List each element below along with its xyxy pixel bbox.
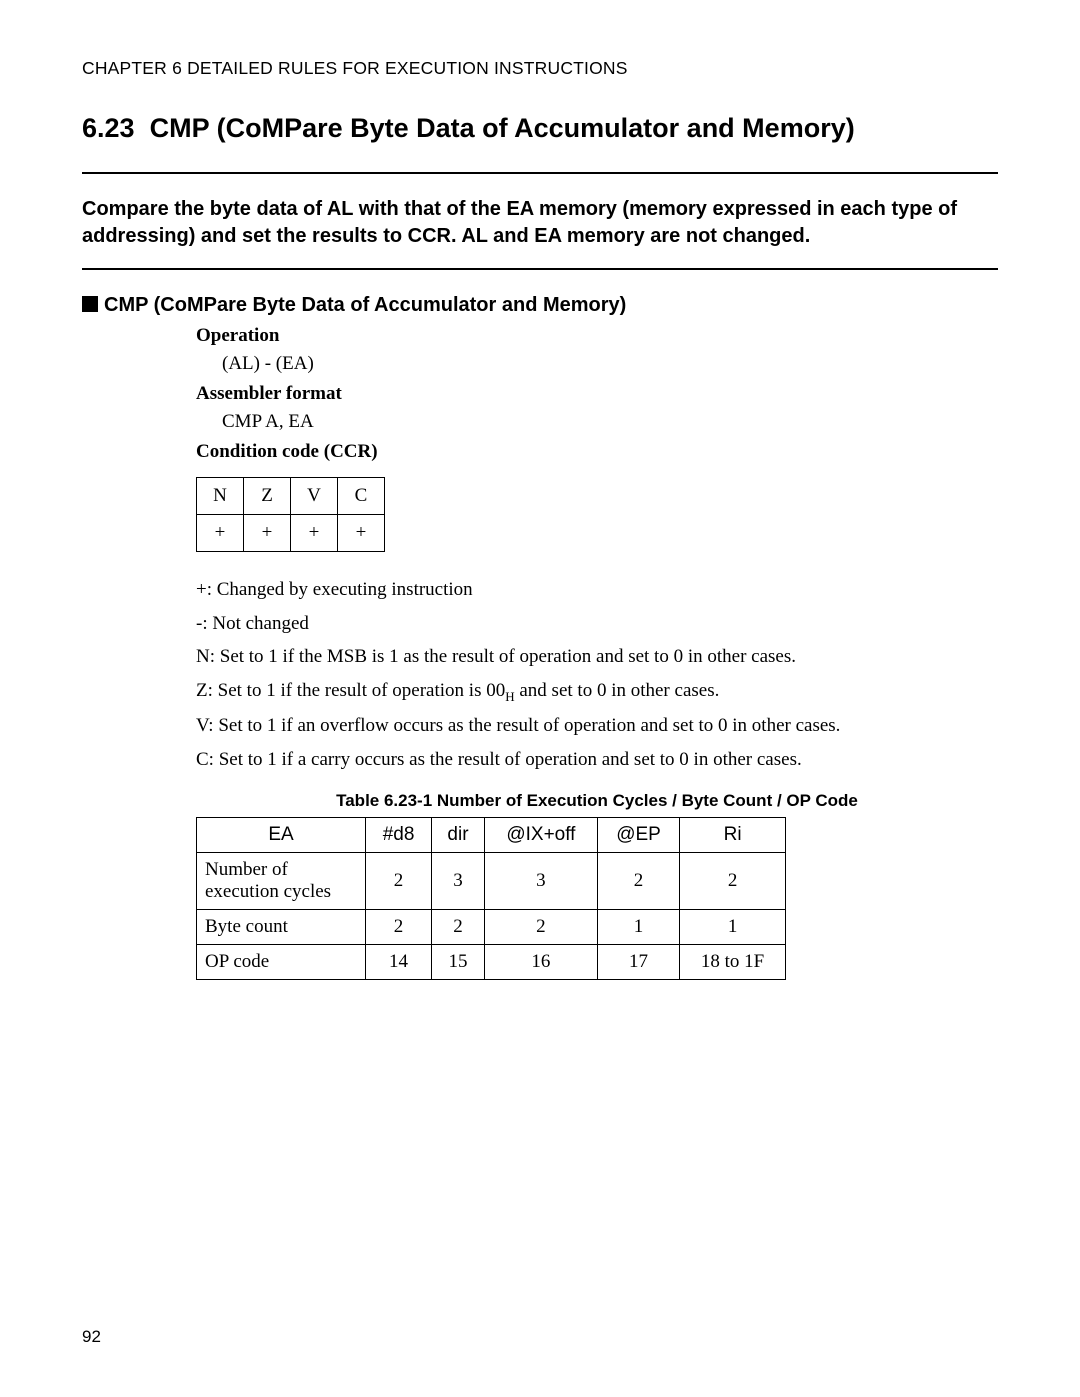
th-d8: #d8 <box>366 818 432 853</box>
table-cell: 1 <box>597 910 679 945</box>
ccr-n-header: N <box>197 478 244 515</box>
note-z-pre: Z: Set to 1 if the result of operation i… <box>196 680 505 701</box>
note-c: C: Set to 1 if a carry occurs as the res… <box>196 746 998 774</box>
condition-code-label: Condition code (CCR) <box>196 441 998 463</box>
note-z: Z: Set to 1 if the result of operation i… <box>196 677 998 707</box>
ccr-c-value: + <box>338 515 385 552</box>
table-cell: 15 <box>432 945 485 980</box>
th-ri: Ri <box>680 818 786 853</box>
section-number: 6.23 <box>82 113 135 143</box>
table-cell: 14 <box>366 945 432 980</box>
th-dir: dir <box>432 818 485 853</box>
row-label: OP code <box>197 945 366 980</box>
rule-top <box>82 172 998 174</box>
notes-block: +: Changed by executing instruction -: N… <box>196 576 998 773</box>
subheading: CMP (CoMPare Byte Data of Accumulator an… <box>82 294 998 317</box>
table-cell: 18 to 1F <box>680 945 786 980</box>
operation-value: (AL) - (EA) <box>222 353 998 375</box>
intro-text: Compare the byte data of AL with that of… <box>82 196 998 250</box>
note-v: V: Set to 1 if an overflow occurs as the… <box>196 712 998 740</box>
table-cell: 2 <box>484 910 597 945</box>
table-cell: 2 <box>366 910 432 945</box>
table-cell: 3 <box>432 853 485 910</box>
note-plus: +: Changed by executing instruction <box>196 576 998 604</box>
note-z-post: and set to 0 in other cases. <box>515 680 720 701</box>
table-row: OP code 14 15 16 17 18 to 1F <box>197 945 786 980</box>
ccr-z-header: Z <box>244 478 291 515</box>
table-cell: 17 <box>597 945 679 980</box>
table-cell: 2 <box>597 853 679 910</box>
ccr-v-value: + <box>291 515 338 552</box>
section-title-text: CMP (CoMPare Byte Data of Accumulator an… <box>150 113 855 143</box>
table-header-row: EA #d8 dir @IX+off @EP Ri <box>197 818 786 853</box>
ccr-header-row: N Z V C <box>197 478 385 515</box>
row-label: Number of execution cycles <box>197 853 366 910</box>
ccr-v-header: V <box>291 478 338 515</box>
ccr-table: N Z V C + + + + <box>196 477 385 552</box>
rule-bottom <box>82 268 998 270</box>
table-cell: 2 <box>432 910 485 945</box>
section-title: 6.23 CMP (CoMPare Byte Data of Accumulat… <box>82 113 998 144</box>
square-bullet-icon <box>82 296 98 312</box>
table-cell: 1 <box>680 910 786 945</box>
row-label: Byte count <box>197 910 366 945</box>
table-cell: 3 <box>484 853 597 910</box>
page-number: 92 <box>82 1327 101 1347</box>
subheading-text: CMP (CoMPare Byte Data of Accumulator an… <box>104 294 626 316</box>
ccr-z-value: + <box>244 515 291 552</box>
note-z-sub: H <box>505 688 514 703</box>
chapter-header: CHAPTER 6 DETAILED RULES FOR EXECUTION I… <box>82 58 998 79</box>
th-ea: EA <box>197 818 366 853</box>
th-ixoff: @IX+off <box>484 818 597 853</box>
table-cell: 16 <box>484 945 597 980</box>
cycles-table: EA #d8 dir @IX+off @EP Ri Number of exec… <box>196 817 786 980</box>
ccr-value-row: + + + + <box>197 515 385 552</box>
operation-label: Operation <box>196 325 998 347</box>
table-cell: 2 <box>680 853 786 910</box>
ccr-c-header: C <box>338 478 385 515</box>
th-ep: @EP <box>597 818 679 853</box>
table-row: Number of execution cycles 2 3 3 2 2 <box>197 853 786 910</box>
note-n: N: Set to 1 if the MSB is 1 as the resul… <box>196 643 998 671</box>
assembler-label: Assembler format <box>196 383 998 405</box>
ccr-n-value: + <box>197 515 244 552</box>
table-row: Byte count 2 2 2 1 1 <box>197 910 786 945</box>
table-cell: 2 <box>366 853 432 910</box>
table-caption: Table 6.23-1 Number of Execution Cycles … <box>196 791 998 811</box>
assembler-value: CMP A, EA <box>222 411 998 433</box>
note-minus: -: Not changed <box>196 610 998 638</box>
